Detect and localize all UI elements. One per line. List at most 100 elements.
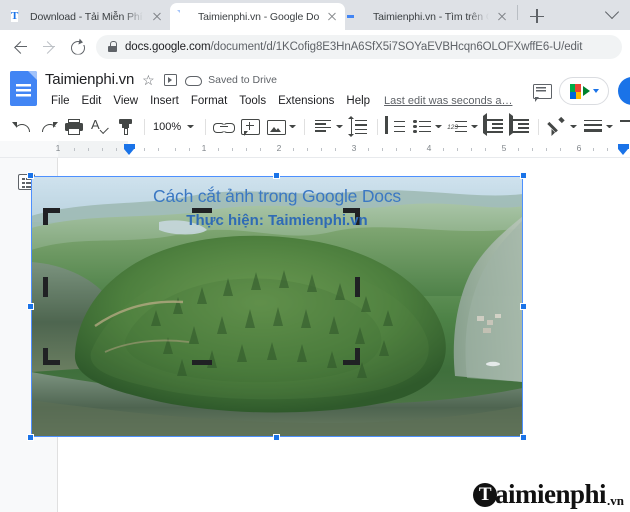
ruler[interactable]: 1 1 2 3 4 5 6 xyxy=(0,141,630,158)
menu-item-tools[interactable]: Tools xyxy=(233,93,272,109)
address-bar[interactable]: docs.google.com/document/d/1KCofig8E3HnA… xyxy=(96,34,622,59)
browser-tab-2[interactable]: Taimienphi.vn - Tìm trên Googl xyxy=(345,3,515,30)
browser-tab-1[interactable]: Taimienphi.vn - Google Docs xyxy=(170,3,345,30)
menu-item-file[interactable]: File xyxy=(45,93,76,109)
chevron-down-icon[interactable] xyxy=(289,125,297,128)
watermark-brand: aimienphi xyxy=(472,479,607,509)
toolbar-divider xyxy=(205,118,207,135)
document-page: Cách cắt ảnh trong Google Docs Thực hiện… xyxy=(27,158,630,512)
minimize-window-icon[interactable] xyxy=(604,4,622,18)
bulleted-list-icon[interactable] xyxy=(411,116,433,138)
image-icon[interactable] xyxy=(265,116,287,138)
taimienphi-watermark: aimienphi .vn xyxy=(472,479,624,509)
chevron-down-icon[interactable] xyxy=(606,125,614,128)
close-icon[interactable] xyxy=(150,10,164,24)
pencil-icon[interactable] xyxy=(546,116,568,138)
resize-handle-bottom-left[interactable] xyxy=(27,434,34,441)
watermark-brand-text: aimienphi xyxy=(494,479,607,509)
reload-button[interactable] xyxy=(64,34,90,60)
resize-handle-bottom-right[interactable] xyxy=(520,434,527,441)
docs-toolbar: 100% 123 xyxy=(0,112,630,141)
ruler-number: 3 xyxy=(351,143,357,153)
last-edit-link[interactable]: Last edit was seconds a… xyxy=(384,95,512,107)
zoom-select[interactable]: 100% xyxy=(150,121,200,133)
chevron-down-icon xyxy=(592,89,599,93)
back-button[interactable] xyxy=(8,34,34,60)
redo-icon[interactable] xyxy=(37,116,59,138)
tab-title: Download - Tải Miễn Phí VN - xyxy=(30,10,144,23)
ruler-number: 6 xyxy=(576,143,582,153)
ruler-number: 4 xyxy=(426,143,432,153)
google-meet-button[interactable] xyxy=(559,77,609,105)
ruler-number: 1 xyxy=(201,143,207,153)
resize-handle-middle-left[interactable] xyxy=(27,302,34,310)
comment-history-icon[interactable] xyxy=(533,83,552,102)
line-spacing-icon[interactable] xyxy=(348,115,370,138)
numbered-list-icon[interactable]: 123 xyxy=(447,116,469,138)
ruler-scale: 1 1 2 3 4 5 6 xyxy=(56,141,630,157)
tab-title: Taimienphi.vn - Tìm trên Googl xyxy=(373,10,489,23)
document-canvas: Cách cắt ảnh trong Google Docs Thực hiện… xyxy=(0,158,630,512)
toolbar-divider xyxy=(304,118,306,135)
docs-header-actions xyxy=(533,77,630,105)
add-comment-icon[interactable] xyxy=(239,116,261,138)
ruler-number: 2 xyxy=(276,143,282,153)
zoom-value: 100% xyxy=(153,120,182,133)
ruler-number: 5 xyxy=(501,143,507,153)
menu-item-insert[interactable]: Insert xyxy=(144,93,185,109)
link-icon[interactable] xyxy=(213,116,236,138)
share-button[interactable] xyxy=(618,77,630,105)
document-title[interactable]: Taimienphi.vn xyxy=(45,71,134,88)
selected-image[interactable]: Cách cắt ảnh trong Google Docs Thực hiện… xyxy=(27,172,527,441)
chevron-down-icon[interactable] xyxy=(570,125,578,128)
chevron-down-icon[interactable] xyxy=(336,125,344,128)
tab-strip: T Download - Tải Miễn Phí VN - Taimienph… xyxy=(0,0,630,30)
docs-header: Taimienphi.vn ☆ Saved to Drive File Edit… xyxy=(0,63,630,112)
new-tab-button[interactable] xyxy=(524,3,550,29)
menu-item-edit[interactable]: Edit xyxy=(76,93,108,109)
menu-item-view[interactable]: View xyxy=(107,93,144,109)
cloud-saved-icon xyxy=(185,74,203,86)
close-icon[interactable] xyxy=(495,10,509,24)
google-docs-logo[interactable] xyxy=(10,71,38,107)
resize-handle-top-center[interactable] xyxy=(273,172,280,179)
ruler-ticks: 1 1 2 3 4 5 6 xyxy=(56,141,630,157)
toolbar-divider xyxy=(538,118,540,135)
border-weight-icon[interactable] xyxy=(582,116,604,138)
browser-tab-0[interactable]: T Download - Tải Miễn Phí VN - xyxy=(2,3,170,30)
close-icon[interactable] xyxy=(325,10,339,24)
checklist-icon[interactable] xyxy=(385,115,407,138)
menu-item-extensions[interactable]: Extensions xyxy=(272,93,340,109)
right-indent-marker[interactable] xyxy=(618,144,629,155)
border-dash-icon[interactable] xyxy=(618,116,630,138)
resize-handle-top-right[interactable] xyxy=(520,172,527,179)
forward-button[interactable] xyxy=(36,34,62,60)
move-to-folder-icon[interactable] xyxy=(164,73,178,86)
left-indent-marker[interactable] xyxy=(124,144,135,155)
star-outline-icon[interactable]: ☆ xyxy=(142,73,156,87)
resize-handle-top-left[interactable] xyxy=(27,172,34,179)
menu-item-format[interactable]: Format xyxy=(185,93,233,109)
print-icon[interactable] xyxy=(63,116,85,138)
chevron-down-icon xyxy=(187,125,195,128)
menu-item-help[interactable]: Help xyxy=(340,93,376,109)
lock-icon[interactable] xyxy=(108,41,117,52)
chevron-down-icon[interactable] xyxy=(435,125,443,128)
url-text: docs.google.com/document/d/1KCofig8E3HnA… xyxy=(125,41,582,53)
tab-title: Taimienphi.vn - Google Docs xyxy=(198,10,319,23)
paint-format-icon[interactable] xyxy=(115,116,137,138)
undo-icon[interactable] xyxy=(11,116,33,138)
increase-indent-icon[interactable] xyxy=(509,112,531,138)
align-left-icon[interactable] xyxy=(312,116,334,138)
chevron-down-icon[interactable] xyxy=(471,125,479,128)
navigation-bar: docs.google.com/document/d/1KCofig8E3HnA… xyxy=(0,30,630,63)
save-status-text: Saved to Drive xyxy=(208,73,277,86)
google-docs-icon xyxy=(179,10,192,23)
decrease-indent-icon[interactable] xyxy=(483,112,505,138)
watermark-tld: .vn xyxy=(607,493,624,508)
resize-handle-middle-right[interactable] xyxy=(520,302,527,310)
tab-divider xyxy=(517,5,518,20)
spellcheck-icon[interactable] xyxy=(89,116,111,138)
taimienphi-icon: T xyxy=(11,10,19,22)
resize-handle-bottom-center[interactable] xyxy=(273,434,280,441)
